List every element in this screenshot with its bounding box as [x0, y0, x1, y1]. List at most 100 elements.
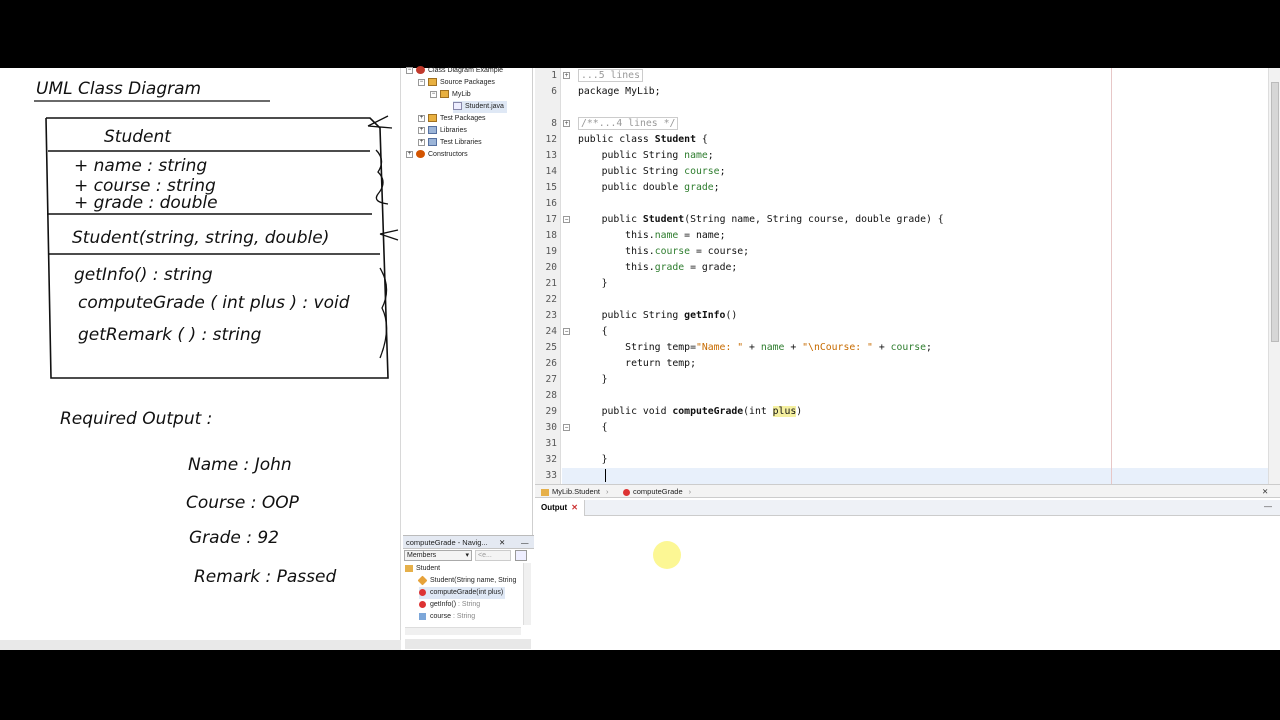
whiteboard-bottom-bar [0, 640, 401, 650]
navigator-title: computeGrade - Navig... [406, 538, 488, 547]
right-margin-line [1111, 68, 1112, 484]
tree-item-mylib[interactable]: − MyLib [430, 89, 471, 101]
method-icon [419, 588, 426, 596]
line-number: 22 [545, 294, 557, 305]
line-number: 20 [545, 262, 557, 273]
current-line-highlight [562, 468, 1268, 484]
tree-label: Class Diagram Example [428, 67, 504, 74]
fold-collapse-icon[interactable]: − [563, 424, 570, 431]
line-number: 8 [551, 118, 557, 129]
nav-type: : String [451, 613, 476, 620]
scrollbar-thumb[interactable] [1271, 82, 1279, 342]
whiteboard-panel: UML Class Diagram Student + name : strin… [0, 68, 401, 640]
code-line-field: public String name; [578, 150, 714, 161]
collapse-icon[interactable]: − [430, 90, 437, 98]
nav-item-computegrade[interactable]: computeGrade(int plus) [419, 587, 506, 599]
line-number: 6 [551, 86, 557, 97]
nav-item-course[interactable]: course : String [419, 611, 475, 623]
tree-label: Constructors [428, 151, 468, 158]
nav-label: Student(String name, String [430, 577, 517, 584]
tab-output[interactable]: Output ✕ [535, 500, 585, 516]
attribute-grade: + grade : double [74, 193, 218, 213]
code-line: } [578, 278, 608, 289]
expand-icon[interactable]: + [418, 114, 425, 122]
close-icon[interactable]: ✕ [499, 536, 505, 549]
class-name: Student [104, 127, 172, 147]
folded-header-comment[interactable]: ...5 lines [578, 69, 643, 82]
tree-item-constructors[interactable]: + Constructors [406, 149, 468, 161]
method-computegrade: computeGrade ( int plus ) : void [78, 293, 350, 313]
nav-item-getinfo[interactable]: getInfo() : String [419, 599, 480, 611]
projects-tree[interactable]: − Class Diagram Example − Source Packages … [403, 65, 533, 535]
tree-item-project[interactable]: − Class Diagram Example [406, 65, 503, 77]
tree-item-test-libraries[interactable]: + Test Libraries [418, 137, 482, 149]
editor-scrollbar[interactable] [1268, 68, 1280, 484]
text-caret [605, 469, 606, 482]
line-number: 29 [545, 406, 557, 417]
close-icon[interactable]: ✕ [571, 503, 578, 512]
tab-label: Output [541, 503, 568, 512]
line-number: 18 [545, 230, 557, 241]
expand-icon[interactable]: + [418, 126, 425, 134]
code-line-field: public String course; [578, 166, 726, 177]
line-number: 23 [545, 310, 557, 321]
attribute-name: + name : string [74, 156, 207, 176]
navigator-hscrollbar[interactable] [405, 627, 521, 635]
fold-expand-icon[interactable]: + [563, 120, 570, 127]
tree-item-libraries[interactable]: + Libraries [418, 125, 467, 137]
code-line-package: package MyLib; [578, 86, 661, 97]
method-icon [419, 600, 426, 608]
collapse-icon[interactable]: − [406, 66, 413, 74]
fold-collapse-icon[interactable]: − [563, 216, 570, 223]
line-number: 21 [545, 278, 557, 289]
class-icon [405, 564, 413, 572]
nav-item-class[interactable]: Student [405, 563, 440, 575]
line-number: 24 [545, 326, 557, 337]
minimize-icon[interactable]: — [1264, 500, 1272, 514]
fold-collapse-icon[interactable]: − [563, 328, 570, 335]
tree-label: MyLib [452, 91, 471, 98]
library-icon [428, 126, 437, 135]
code-line-field: public double grade; [578, 182, 720, 193]
code-line: this.course = course; [578, 246, 750, 257]
method-getinfo: getInfo() : string [74, 265, 213, 285]
nav-item-constructor[interactable]: Student(String name, String [417, 575, 517, 587]
code-line: this.name = name; [578, 230, 726, 241]
nav-label: Student [416, 565, 441, 572]
breadcrumb-item-class[interactable]: MyLib.Student › [541, 486, 608, 497]
tree-label: Libraries [440, 127, 467, 134]
line-number: 16 [545, 198, 557, 209]
tree-item-source-packages[interactable]: − Source Packages [418, 77, 495, 89]
method-getremark: getRemark ( ) : string [78, 325, 262, 345]
output-panel: Output ✕ — [535, 500, 1280, 650]
expand-icon[interactable]: + [418, 138, 425, 146]
collapse-icon[interactable]: − [418, 78, 425, 86]
tree-item-student-java[interactable]: Student.java [453, 101, 507, 113]
minimize-icon[interactable]: — [521, 536, 529, 549]
close-icon[interactable]: ✕ [1262, 486, 1268, 497]
code-line-class: public class Student { [578, 134, 708, 145]
package-icon [440, 90, 449, 99]
line-number: 19 [545, 246, 557, 257]
output-name: Name : John [188, 455, 292, 475]
members-dropdown[interactable]: Members ▾ [404, 550, 472, 561]
line-number: 17 [545, 214, 557, 225]
fold-expand-icon[interactable]: + [563, 72, 570, 79]
navigator-toolbar[interactable] [405, 639, 531, 649]
expand-icon[interactable]: + [406, 150, 413, 158]
folded-doc-comment[interactable]: /**...4 lines */ [578, 117, 679, 130]
code-line: { [578, 326, 608, 337]
line-number: 12 [545, 134, 557, 145]
tree-item-test-packages[interactable]: + Test Packages [418, 113, 486, 125]
line-number: 1 [551, 70, 557, 81]
filter-dropdown[interactable]: <e... [475, 550, 511, 561]
code-editor[interactable]: 1 6 8 12 13 14 15 16 17 18 19 20 21 22 2… [535, 68, 1268, 484]
class-icon [541, 488, 549, 496]
breadcrumb-item-method[interactable]: computeGrade › [623, 486, 691, 497]
nav-label: computeGrade(int plus) [430, 589, 504, 596]
chevron-right-icon: › [605, 487, 609, 496]
project-icon [416, 150, 425, 159]
breadcrumb-label: MyLib.Student [552, 487, 600, 496]
navigator-scrollbar[interactable] [523, 563, 531, 625]
tree-view-icon[interactable] [515, 550, 527, 561]
